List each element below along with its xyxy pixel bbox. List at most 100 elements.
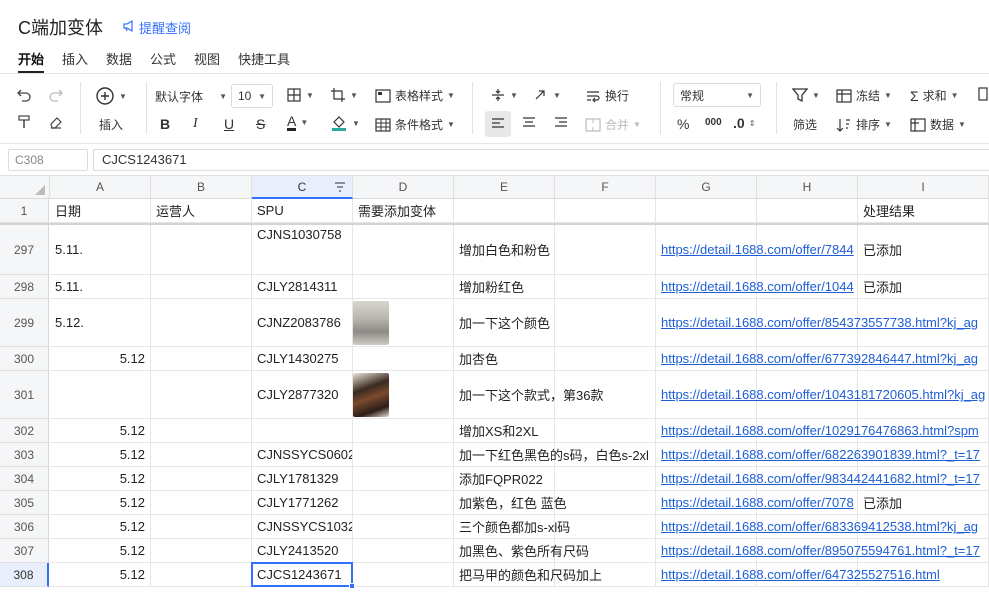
row-header[interactable]: 299 (0, 299, 49, 347)
offer-link[interactable]: https://detail.1688.com/offer/7844 (661, 242, 854, 257)
cell-a[interactable] (50, 371, 151, 419)
cell-g[interactable]: https://detail.1688.com/offer/9834424416… (656, 467, 980, 491)
header-cell-g[interactable] (656, 199, 757, 223)
tab-formula[interactable]: 公式 (150, 49, 176, 68)
cell-d[interactable] (353, 539, 454, 563)
cell-c[interactable]: CJLY1781329 (252, 467, 353, 491)
row-header[interactable]: 304 (0, 467, 49, 491)
wrap-text-button[interactable]: 换行 (585, 87, 629, 104)
cell-g[interactable]: https://detail.1688.com/offer/6773928464… (656, 347, 978, 371)
offer-link[interactable]: https://detail.1688.com/offer/9834424416… (661, 471, 980, 486)
header-cell-f[interactable] (555, 199, 656, 223)
cell-e[interactable]: 加紫色，红色 蓝色 (454, 491, 567, 515)
filter-icon[interactable] (334, 181, 346, 196)
offer-link[interactable]: https://detail.1688.com/offer/8950755947… (661, 543, 980, 558)
cell-c[interactable]: CJCS1243671 (252, 563, 353, 587)
cell-d[interactable] (353, 515, 454, 539)
underline-button[interactable]: U (224, 116, 234, 132)
column-header-i[interactable]: I (858, 176, 989, 199)
cell-f[interactable] (555, 299, 656, 347)
tab-data[interactable]: 数据 (106, 49, 132, 68)
cell-c[interactable]: CJLY1771262 (252, 491, 353, 515)
cell-g[interactable]: https://detail.1688.com/offer/1044 (656, 275, 854, 299)
cell-b[interactable] (151, 467, 252, 491)
row-header[interactable]: 305 (0, 491, 49, 515)
cell-b[interactable] (151, 539, 252, 563)
offer-link[interactable]: https://detail.1688.com/offer/8543735577… (661, 315, 978, 330)
cell-c[interactable]: CJLY1430275 (252, 347, 353, 371)
cell-a[interactable]: 5.12 (50, 443, 151, 467)
cell-c[interactable]: CJNSSYCS06021 (252, 443, 353, 467)
cell-f[interactable] (555, 491, 656, 515)
crop-button[interactable]: ▼ (330, 87, 358, 103)
filter-dropdown[interactable]: ▼ (792, 87, 820, 103)
cell-e[interactable]: 加黑色、紫色所有尺码 (454, 539, 589, 563)
cell-i[interactable]: 已添加 (858, 491, 989, 515)
row-header[interactable]: 308 (0, 563, 49, 587)
bold-button[interactable]: B (160, 116, 170, 132)
cell-d[interactable] (353, 299, 454, 347)
cell-c[interactable]: CJNS1030758 (252, 225, 353, 275)
cell-a[interactable]: 5.12. (50, 299, 151, 347)
row-header[interactable]: 301 (0, 371, 49, 419)
cell-c[interactable]: CJLY2877320 (252, 371, 353, 419)
sort-button[interactable]: 排序 ▼ (836, 116, 892, 133)
column-header-b[interactable]: B (151, 176, 252, 199)
offer-link[interactable]: https://detail.1688.com/offer/7078 (661, 495, 854, 510)
cell-f[interactable] (555, 225, 656, 275)
border-button[interactable]: ▼ (286, 87, 314, 103)
column-header-c[interactable]: C (252, 176, 353, 199)
header-cell-e[interactable] (454, 199, 555, 223)
cell-e[interactable]: 加一下这个颜色 (454, 299, 555, 347)
cell-a[interactable]: 5.12 (50, 491, 151, 515)
row-header[interactable]: 303 (0, 443, 49, 467)
cell-g[interactable]: https://detail.1688.com/offer/6833694125… (656, 515, 978, 539)
cell-c[interactable]: CJLY2814311 (252, 275, 353, 299)
cell-a[interactable]: 5.12 (50, 419, 151, 443)
sum-button[interactable]: Σ 求和 ▼ (910, 87, 959, 104)
cell-e[interactable]: 加杏色 (454, 347, 555, 371)
header-cell-h[interactable] (757, 199, 858, 223)
cell-b[interactable] (151, 491, 252, 515)
thousands-separator-button[interactable]: 000 (705, 117, 722, 128)
fill-handle[interactable] (349, 583, 355, 589)
column-header-g[interactable]: G (656, 176, 757, 199)
cell-f[interactable] (555, 275, 656, 299)
cell-d[interactable] (353, 443, 454, 467)
strikethrough-button[interactable]: S (256, 116, 265, 132)
undo-button[interactable] (16, 86, 32, 102)
cell-e[interactable]: 三个颜色都加s-xl码 (454, 515, 570, 539)
cell-a[interactable]: 5.11. (50, 275, 151, 299)
cell-c[interactable]: CJLY2413520 (252, 539, 353, 563)
row-header[interactable]: 306 (0, 515, 49, 539)
cell-e[interactable]: 把马甲的颜色和尺码加上 (454, 563, 602, 587)
align-right-button[interactable] (554, 116, 568, 130)
cell-c[interactable] (252, 419, 353, 443)
cell-b[interactable] (151, 563, 252, 587)
decimal-button[interactable]: .0 ⇕ (733, 115, 755, 131)
offer-link[interactable]: https://detail.1688.com/offer/6822639018… (661, 447, 980, 462)
cell-e[interactable]: 添加FQPR022 (454, 467, 555, 491)
cell-g[interactable]: https://detail.1688.com/offer/1029176476… (656, 419, 979, 443)
cell-d[interactable] (353, 347, 454, 371)
cell-c[interactable]: CJNSSYCS10326 (252, 515, 353, 539)
cell-g[interactable]: https://detail.1688.com/offer/8543735577… (656, 299, 978, 347)
cell-b[interactable] (151, 347, 252, 371)
percent-button[interactable]: % (677, 116, 689, 132)
italic-button[interactable]: I (193, 116, 198, 132)
cell-d[interactable] (353, 225, 454, 275)
cell-f[interactable] (555, 419, 656, 443)
header-cell-c[interactable]: SPU (252, 199, 353, 223)
cell-g[interactable]: https://detail.1688.com/offer/7078 (656, 491, 854, 515)
cell-b[interactable] (151, 275, 252, 299)
cell-b[interactable] (151, 225, 252, 275)
cell-d[interactable] (353, 563, 454, 587)
row-header[interactable]: 297 (0, 225, 49, 275)
document-title[interactable]: C端加变体 (18, 14, 103, 40)
tab-view[interactable]: 视图 (194, 49, 220, 68)
column-header-d[interactable]: D (353, 176, 454, 199)
product-thumbnail[interactable] (353, 300, 389, 345)
cell-g[interactable]: https://detail.1688.com/offer/6822639018… (656, 443, 980, 467)
cell-e[interactable]: 加一下红色黑色的s码，白色s-2xl (454, 443, 649, 467)
font-family-select[interactable]: 默认字体 ▼ (155, 84, 227, 108)
